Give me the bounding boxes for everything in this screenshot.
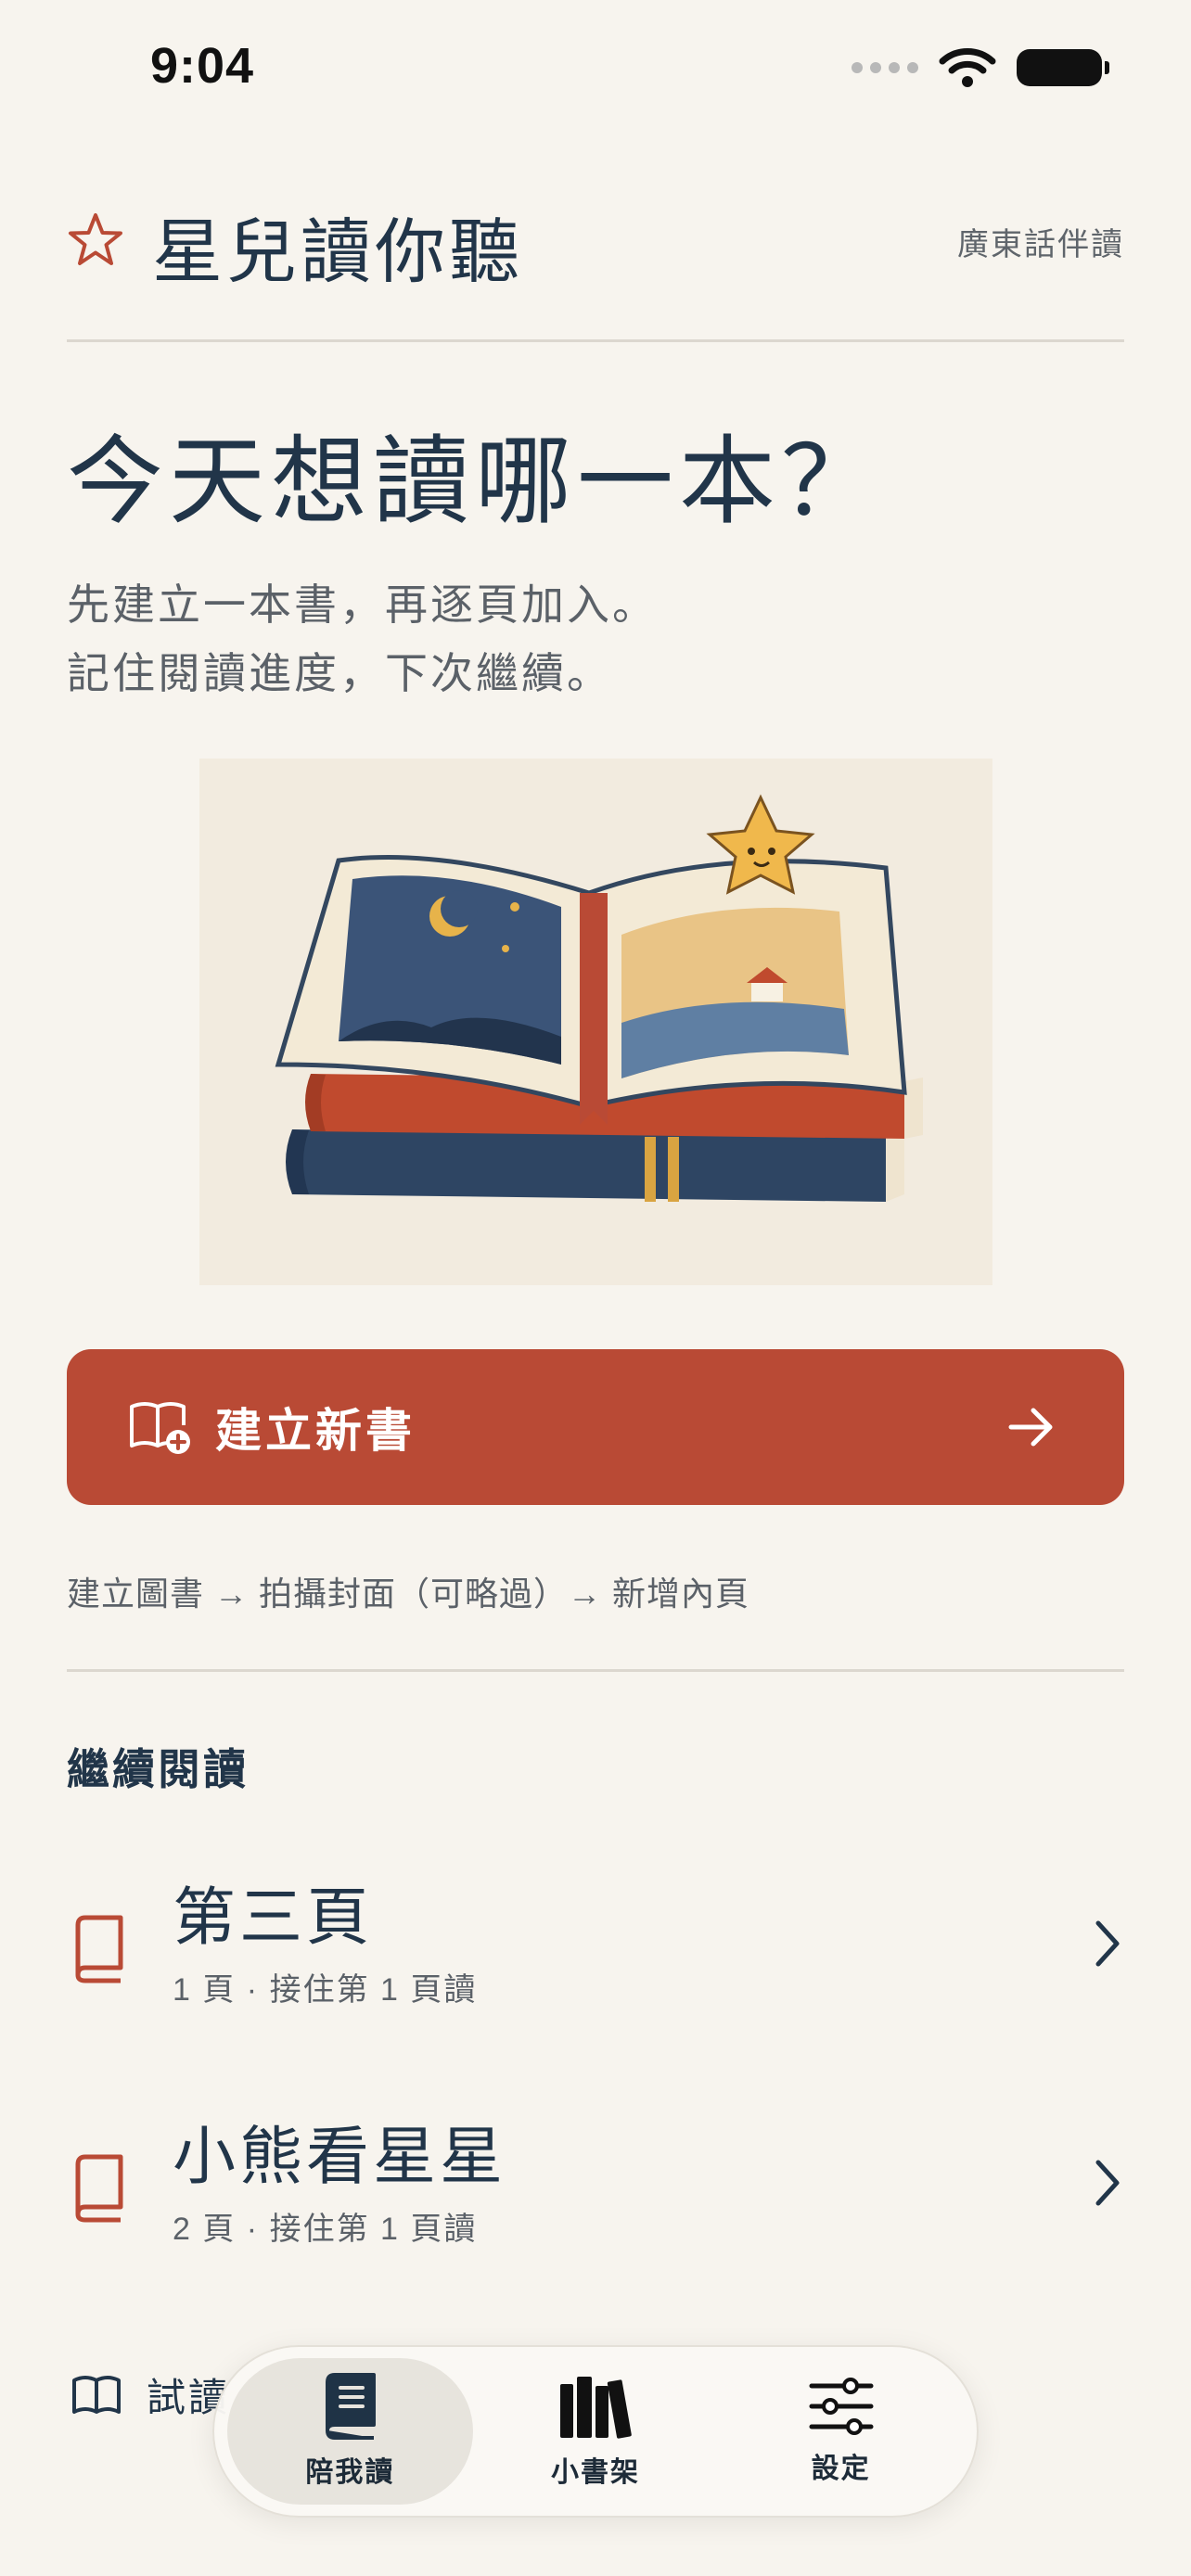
arrow-right-icon — [1008, 1408, 1053, 1447]
bookshelf-icon — [560, 2377, 632, 2439]
book-icon — [75, 2154, 123, 2223]
page-headline: 今天想讀哪一本？ — [67, 428, 884, 536]
tab-label: 小書架 — [551, 2457, 640, 2488]
trial-read-link[interactable]: 試讀 — [70, 2366, 230, 2423]
tab-read-with-me[interactable]: 陪我讀 — [227, 2358, 473, 2505]
create-book-label: 建立新書 — [215, 1405, 416, 1457]
wifi-icon — [939, 48, 996, 87]
book-progress: 2 頁 · 接住第 1 頁讀 — [173, 2212, 478, 2247]
tab-label: 陪我讀 — [305, 2457, 395, 2488]
book-icon — [75, 1915, 123, 1983]
section-divider — [67, 1669, 1124, 1672]
header-divider — [67, 339, 1124, 342]
book-title: 第三頁 — [173, 1882, 374, 1953]
cellular-signal-icon — [852, 62, 918, 73]
language-mode-label[interactable]: 廣東話伴讀 — [957, 219, 1124, 264]
book-progress: 1 頁 · 接住第 1 頁讀 — [173, 1972, 478, 2008]
book-list-item[interactable]: 小熊看星星 2 頁 · 接住第 1 頁讀 — [67, 2105, 1124, 2290]
app-title: 星兒讀你聽 — [152, 213, 523, 292]
create-steps-hint: 建立圖書 → 拍攝封面（可略過）→ 新增內頁 — [67, 1575, 750, 1613]
book-icon — [326, 2373, 377, 2440]
battery-icon — [1017, 49, 1109, 86]
continue-reading-title: 繼續閱讀 — [67, 1745, 249, 1793]
add-book-icon — [130, 1402, 190, 1454]
create-book-button[interactable]: 建立新書 — [67, 1349, 1124, 1505]
book-list-item[interactable]: 第三頁 1 頁 · 接住第 1 頁讀 — [67, 1866, 1124, 2051]
chevron-right-icon — [1095, 1920, 1120, 1967]
sliders-icon — [809, 2378, 874, 2435]
chevron-right-icon — [1095, 2160, 1120, 2206]
status-time: 9:04 — [150, 38, 255, 94]
subtitle-line-1: 先建立一本書，再逐頁加入。 — [67, 580, 658, 629]
tab-bookshelf[interactable]: 小書架 — [473, 2358, 719, 2505]
tab-bar: 陪我讀 小書架 設定 — [212, 2345, 979, 2518]
tab-label: 設定 — [811, 2454, 871, 2484]
tab-settings[interactable]: 設定 — [718, 2358, 964, 2505]
books-illustration — [199, 759, 992, 1285]
subtitle-line-2: 記住閱讀進度，下次繼續。 — [67, 649, 612, 697]
book-title: 小熊看星星 — [173, 2122, 507, 2192]
open-book-icon — [72, 2375, 121, 2414]
star-icon — [69, 213, 122, 265]
status-icons — [852, 46, 1109, 89]
